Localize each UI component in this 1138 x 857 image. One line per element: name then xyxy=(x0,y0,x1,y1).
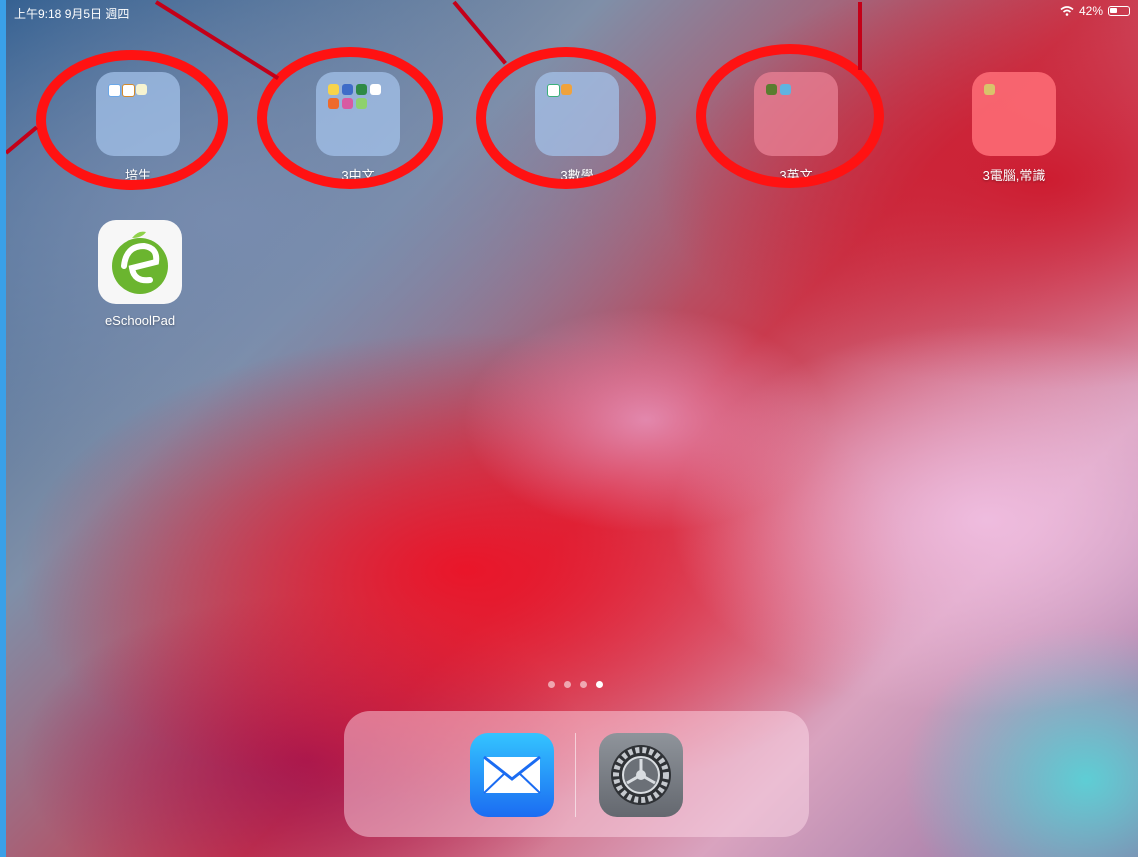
page-dot[interactable] xyxy=(580,681,587,688)
page-indicator[interactable] xyxy=(548,681,603,688)
folder-label: 培生 xyxy=(124,168,151,183)
folder-math[interactable] xyxy=(535,72,619,156)
folder-english[interactable] xyxy=(754,72,838,156)
folder-peisheng[interactable] xyxy=(96,72,180,156)
app-label: eSchoolPad xyxy=(104,313,176,328)
folder-app-mini-icon xyxy=(356,84,367,95)
dock xyxy=(344,711,809,837)
folder-app-mini-icon xyxy=(766,84,777,95)
envelope-icon xyxy=(483,755,541,794)
folder-app-mini-icon xyxy=(984,84,995,95)
settings-app[interactable] xyxy=(599,733,683,817)
battery-icon xyxy=(1108,6,1130,16)
dock-separator xyxy=(575,733,576,817)
folder-app-mini-icon xyxy=(780,84,791,95)
gear-icon xyxy=(611,745,671,805)
mail-app[interactable] xyxy=(470,733,554,817)
status-right: 42% xyxy=(1060,4,1130,18)
status-bar: 上午9:18 9月5日 週四 42% xyxy=(6,0,1138,22)
folder-app-mini-icon xyxy=(356,98,367,109)
folder-app-mini-icon xyxy=(136,84,147,95)
annotation-line xyxy=(6,125,38,155)
folder-app-mini-icon xyxy=(122,84,135,97)
wifi-icon xyxy=(1060,6,1074,16)
folder-app-mini-icon xyxy=(370,84,381,95)
folder-app-mini-icon xyxy=(342,84,353,95)
folder-app-mini-icon xyxy=(547,84,560,97)
page-dot-active[interactable] xyxy=(596,681,603,688)
app-eschoolpad[interactable] xyxy=(98,220,182,304)
folder-app-mini-icon xyxy=(328,98,339,109)
page-dot[interactable] xyxy=(564,681,571,688)
eschoolpad-logo-icon xyxy=(112,231,168,294)
folder-label: 3數學 xyxy=(560,168,594,183)
battery-fill xyxy=(1110,8,1117,13)
ipad-home-screen: 上午9:18 9月5日 週四 42% 培生 3中文 3數學 3英文 3電腦,常識… xyxy=(6,0,1138,857)
folder-label: 3中文 xyxy=(341,168,375,183)
status-time-date: 上午9:18 9月5日 週四 xyxy=(14,7,130,21)
folder-app-mini-icon xyxy=(108,84,121,97)
folder-app-mini-icon xyxy=(328,84,339,95)
page-dot[interactable] xyxy=(548,681,555,688)
folder-app-mini-icon xyxy=(342,98,353,109)
folder-chinese[interactable] xyxy=(316,72,400,156)
folder-app-mini-icon xyxy=(561,84,572,95)
folder-label: 3電腦,常識 xyxy=(982,168,1046,183)
battery-percent: 42% xyxy=(1078,4,1103,18)
folder-computer-general[interactable] xyxy=(972,72,1056,156)
annotation-line xyxy=(858,2,862,70)
folder-label: 3英文 xyxy=(779,168,813,183)
